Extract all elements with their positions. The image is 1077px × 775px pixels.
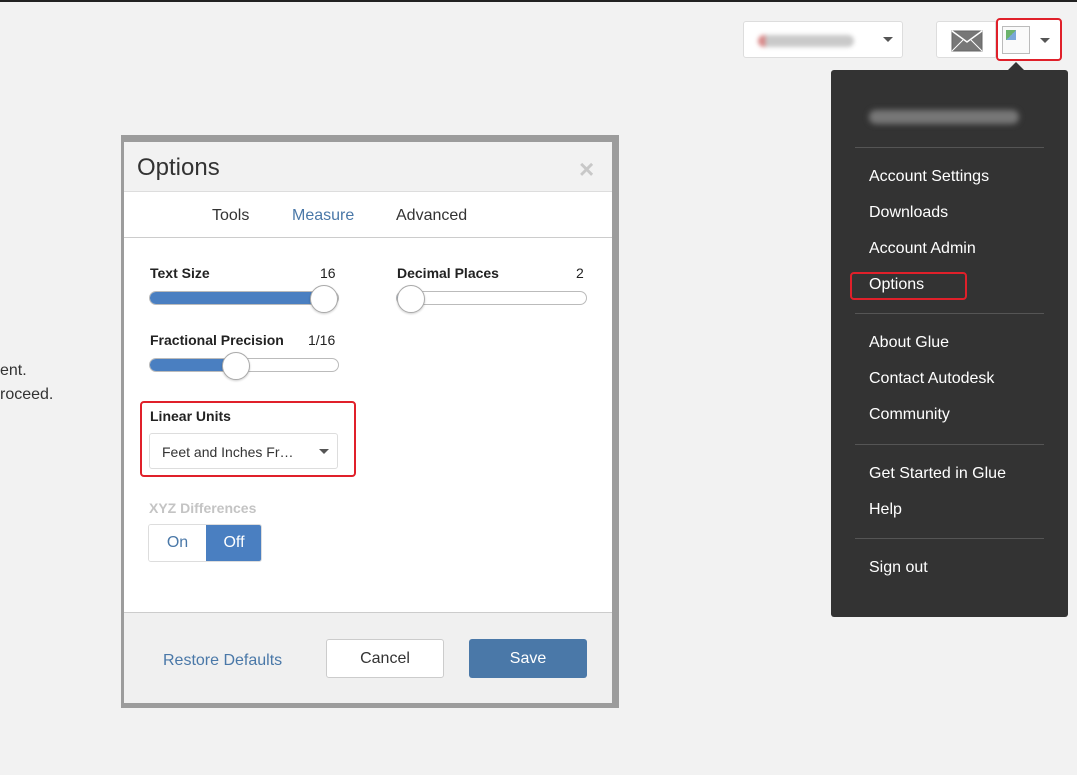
restore-defaults-link[interactable]: Restore Defaults <box>163 652 282 670</box>
linear-units-selected-value: Feet and Inches Fr… <box>162 444 294 460</box>
background-text-fragment: roceed. <box>0 386 54 403</box>
menu-divider <box>855 444 1044 445</box>
menu-item-get-started[interactable]: Get Started in Glue <box>869 465 1006 483</box>
close-icon[interactable]: × <box>579 154 594 185</box>
options-dialog: Options × Tools Measure Advanced Text Si… <box>124 142 612 703</box>
background-text-fragment: ent. <box>0 362 27 379</box>
menu-divider <box>855 538 1044 539</box>
text-size-value: 16 <box>320 265 336 281</box>
dialog-title: Options <box>137 154 220 181</box>
dialog-footer: Restore Defaults Cancel Save <box>124 612 612 703</box>
cancel-button[interactable]: Cancel <box>326 639 444 678</box>
slider-handle[interactable] <box>310 285 338 313</box>
slider-handle[interactable] <box>222 352 250 380</box>
menu-item-help[interactable]: Help <box>869 501 902 519</box>
top-border <box>0 0 1077 2</box>
redacted-user-name <box>869 110 1019 124</box>
user-dropdown-menu: Account Settings Downloads Account Admin… <box>831 62 1068 617</box>
slider-fill <box>150 292 324 304</box>
envelope-icon <box>951 30 983 52</box>
chevron-down-icon <box>883 37 893 42</box>
dialog-header: Options × <box>124 142 612 192</box>
project-select[interactable] <box>743 21 903 58</box>
user-menu-button[interactable] <box>996 18 1062 61</box>
fractional-precision-slider[interactable] <box>149 352 339 380</box>
chevron-down-icon <box>1040 38 1050 43</box>
menu-item-account-admin[interactable]: Account Admin <box>869 240 976 258</box>
tab-tools[interactable]: Tools <box>212 207 249 225</box>
menu-item-contact-autodesk[interactable]: Contact Autodesk <box>869 370 994 388</box>
decimal-places-slider[interactable] <box>396 285 587 313</box>
dialog-tabs: Tools Measure Advanced <box>124 193 612 238</box>
slider-handle[interactable] <box>397 285 425 313</box>
fractional-precision-value: 1/16 <box>308 332 336 348</box>
xyz-off-button[interactable]: Off <box>206 525 261 561</box>
menu-divider <box>855 313 1044 314</box>
menu-item-about-glue[interactable]: About Glue <box>869 334 949 352</box>
fractional-precision-label: Fractional Precision <box>150 332 284 348</box>
tab-measure[interactable]: Measure <box>292 207 354 225</box>
chevron-down-icon <box>319 449 329 454</box>
menu-item-sign-out[interactable]: Sign out <box>869 559 928 577</box>
save-button[interactable]: Save <box>469 639 587 678</box>
menu-item-downloads[interactable]: Downloads <box>869 204 948 222</box>
broken-image-icon <box>1002 26 1030 54</box>
redacted-project-name <box>758 35 854 47</box>
linear-units-select[interactable]: Feet and Inches Fr… <box>149 433 338 469</box>
decimal-places-value: 2 <box>576 265 584 281</box>
menu-item-options[interactable]: Options <box>869 276 924 294</box>
messages-button[interactable] <box>936 21 996 58</box>
linear-units-label: Linear Units <box>150 408 231 424</box>
text-size-slider[interactable] <box>149 285 339 313</box>
tab-advanced[interactable]: Advanced <box>396 207 467 225</box>
decimal-places-label: Decimal Places <box>397 265 499 281</box>
text-size-label: Text Size <box>150 265 210 281</box>
menu-divider <box>855 147 1044 148</box>
menu-item-community[interactable]: Community <box>869 406 950 424</box>
xyz-differences-toggle: On Off <box>148 524 262 562</box>
xyz-differences-label: XYZ Differences <box>149 500 257 516</box>
menu-item-account-settings[interactable]: Account Settings <box>869 168 989 186</box>
xyz-on-button[interactable]: On <box>149 525 206 561</box>
